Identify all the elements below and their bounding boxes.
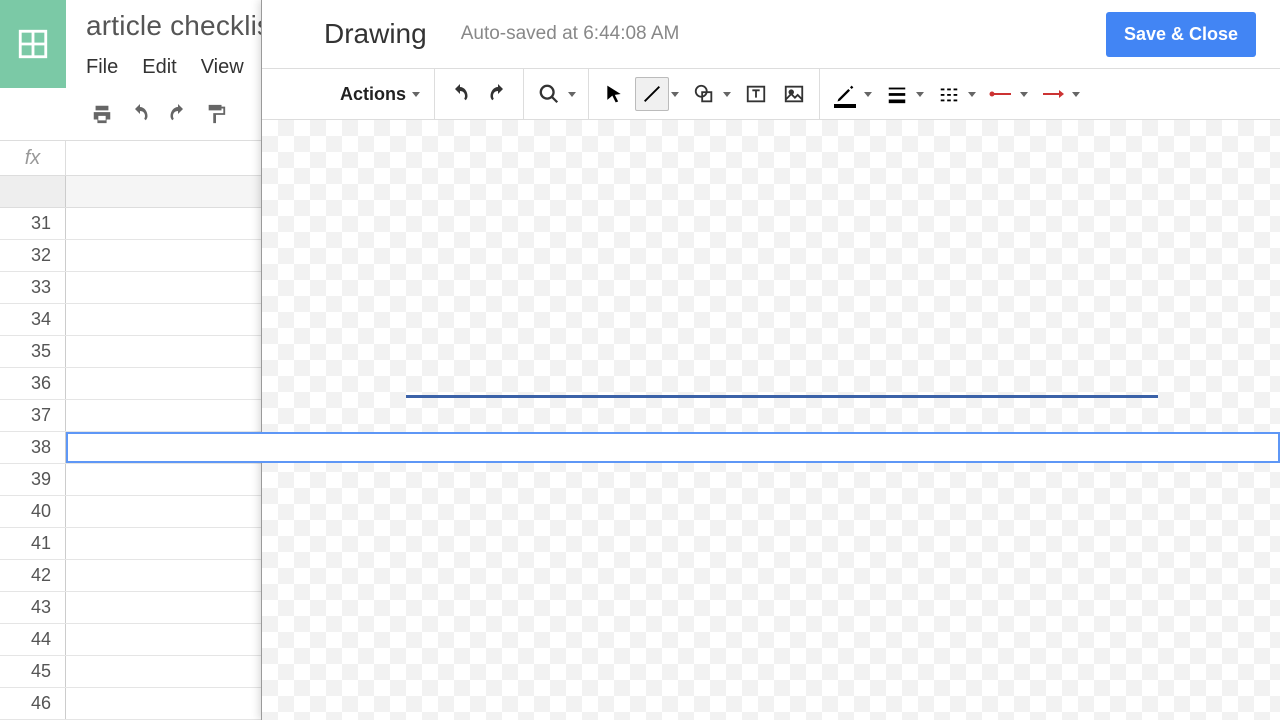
row-header[interactable]: 42: [0, 560, 66, 591]
zoom-button[interactable]: [532, 77, 580, 111]
paint-format-icon[interactable]: [202, 100, 230, 128]
row-header[interactable]: 46: [0, 688, 66, 719]
line-dash-button[interactable]: [932, 77, 980, 111]
shape-tools-group: [589, 69, 820, 119]
row-header[interactable]: 32: [0, 240, 66, 271]
line-dash-icon: [938, 83, 960, 105]
chevron-down-icon: [671, 92, 679, 97]
redo-icon[interactable]: [164, 100, 192, 128]
textbox-icon: [745, 83, 767, 105]
row-header[interactable]: 44: [0, 624, 66, 655]
cursor-icon: [604, 84, 624, 104]
zoom-group: [524, 69, 589, 119]
fx-label: fx: [0, 141, 66, 175]
drawing-title: Drawing: [324, 18, 427, 50]
cell-a38[interactable]: [66, 432, 1280, 463]
undo-icon[interactable]: [126, 100, 154, 128]
menu-file[interactable]: File: [86, 56, 118, 79]
drawing-modal: Drawing Auto-saved at 6:44:08 AM Save & …: [261, 0, 1280, 720]
menu-edit[interactable]: Edit: [142, 56, 176, 79]
autosave-status: Auto-saved at 6:44:08 AM: [461, 23, 680, 45]
image-tool[interactable]: [777, 77, 811, 111]
print-icon[interactable]: [88, 100, 116, 128]
zoom-icon: [538, 83, 560, 105]
save-and-close-button[interactable]: Save & Close: [1106, 12, 1256, 57]
menu-view[interactable]: View: [201, 56, 244, 79]
drawn-line-object[interactable]: [406, 395, 1158, 398]
row-header[interactable]: 45: [0, 656, 66, 687]
drawing-header: Drawing Auto-saved at 6:44:08 AM Save & …: [262, 0, 1280, 68]
row-header[interactable]: 34: [0, 304, 66, 335]
sheets-logo[interactable]: [0, 0, 66, 88]
row-header[interactable]: 40: [0, 496, 66, 527]
chevron-down-icon: [568, 92, 576, 97]
line-icon: [641, 83, 663, 105]
textbox-tool[interactable]: [739, 77, 773, 111]
row-header[interactable]: 35: [0, 336, 66, 367]
chevron-down-icon: [968, 92, 976, 97]
line-weight-button[interactable]: [880, 77, 928, 111]
row-header[interactable]: 39: [0, 464, 66, 495]
line-weight-icon: [886, 83, 908, 105]
undo-icon: [448, 82, 472, 106]
row-38: 38: [0, 432, 1280, 464]
redo-icon: [486, 82, 510, 106]
chevron-down-icon: [412, 92, 420, 97]
doc-title[interactable]: article checklis: [86, 10, 271, 42]
shape-tool[interactable]: [687, 77, 735, 111]
line-style-group: [820, 69, 1092, 119]
select-all-corner[interactable]: [0, 176, 66, 207]
row-header[interactable]: 36: [0, 368, 66, 399]
line-color-button[interactable]: [828, 77, 876, 111]
redo-button[interactable]: [481, 77, 515, 111]
menu-bar: File Edit View: [86, 56, 271, 79]
drawing-canvas[interactable]: [262, 120, 1280, 720]
chevron-down-icon: [723, 92, 731, 97]
image-icon: [783, 83, 805, 105]
line-start-button[interactable]: [984, 77, 1032, 111]
chevron-down-icon: [864, 92, 872, 97]
chevron-down-icon: [1020, 92, 1028, 97]
actions-menu[interactable]: Actions: [324, 69, 435, 119]
select-tool[interactable]: [597, 77, 631, 111]
row-header[interactable]: 41: [0, 528, 66, 559]
line-end-icon: [1041, 89, 1065, 99]
drawing-toolbar: Actions: [262, 68, 1280, 120]
chevron-down-icon: [916, 92, 924, 97]
shape-icon: [693, 83, 715, 105]
undo-button[interactable]: [443, 77, 477, 111]
row-header[interactable]: 33: [0, 272, 66, 303]
chevron-down-icon: [1072, 92, 1080, 97]
pencil-icon: [835, 84, 855, 104]
row-header[interactable]: 43: [0, 592, 66, 623]
row-header[interactable]: 37: [0, 400, 66, 431]
title-area: article checklis File Edit View: [66, 0, 271, 88]
line-tool[interactable]: [635, 77, 683, 111]
row-header[interactable]: 38: [0, 432, 66, 463]
actions-label: Actions: [340, 84, 406, 105]
undo-redo-group: [435, 69, 524, 119]
line-start-icon: [989, 89, 1013, 99]
sheets-icon: [16, 27, 50, 61]
line-end-button[interactable]: [1036, 77, 1084, 111]
row-header[interactable]: 31: [0, 208, 66, 239]
